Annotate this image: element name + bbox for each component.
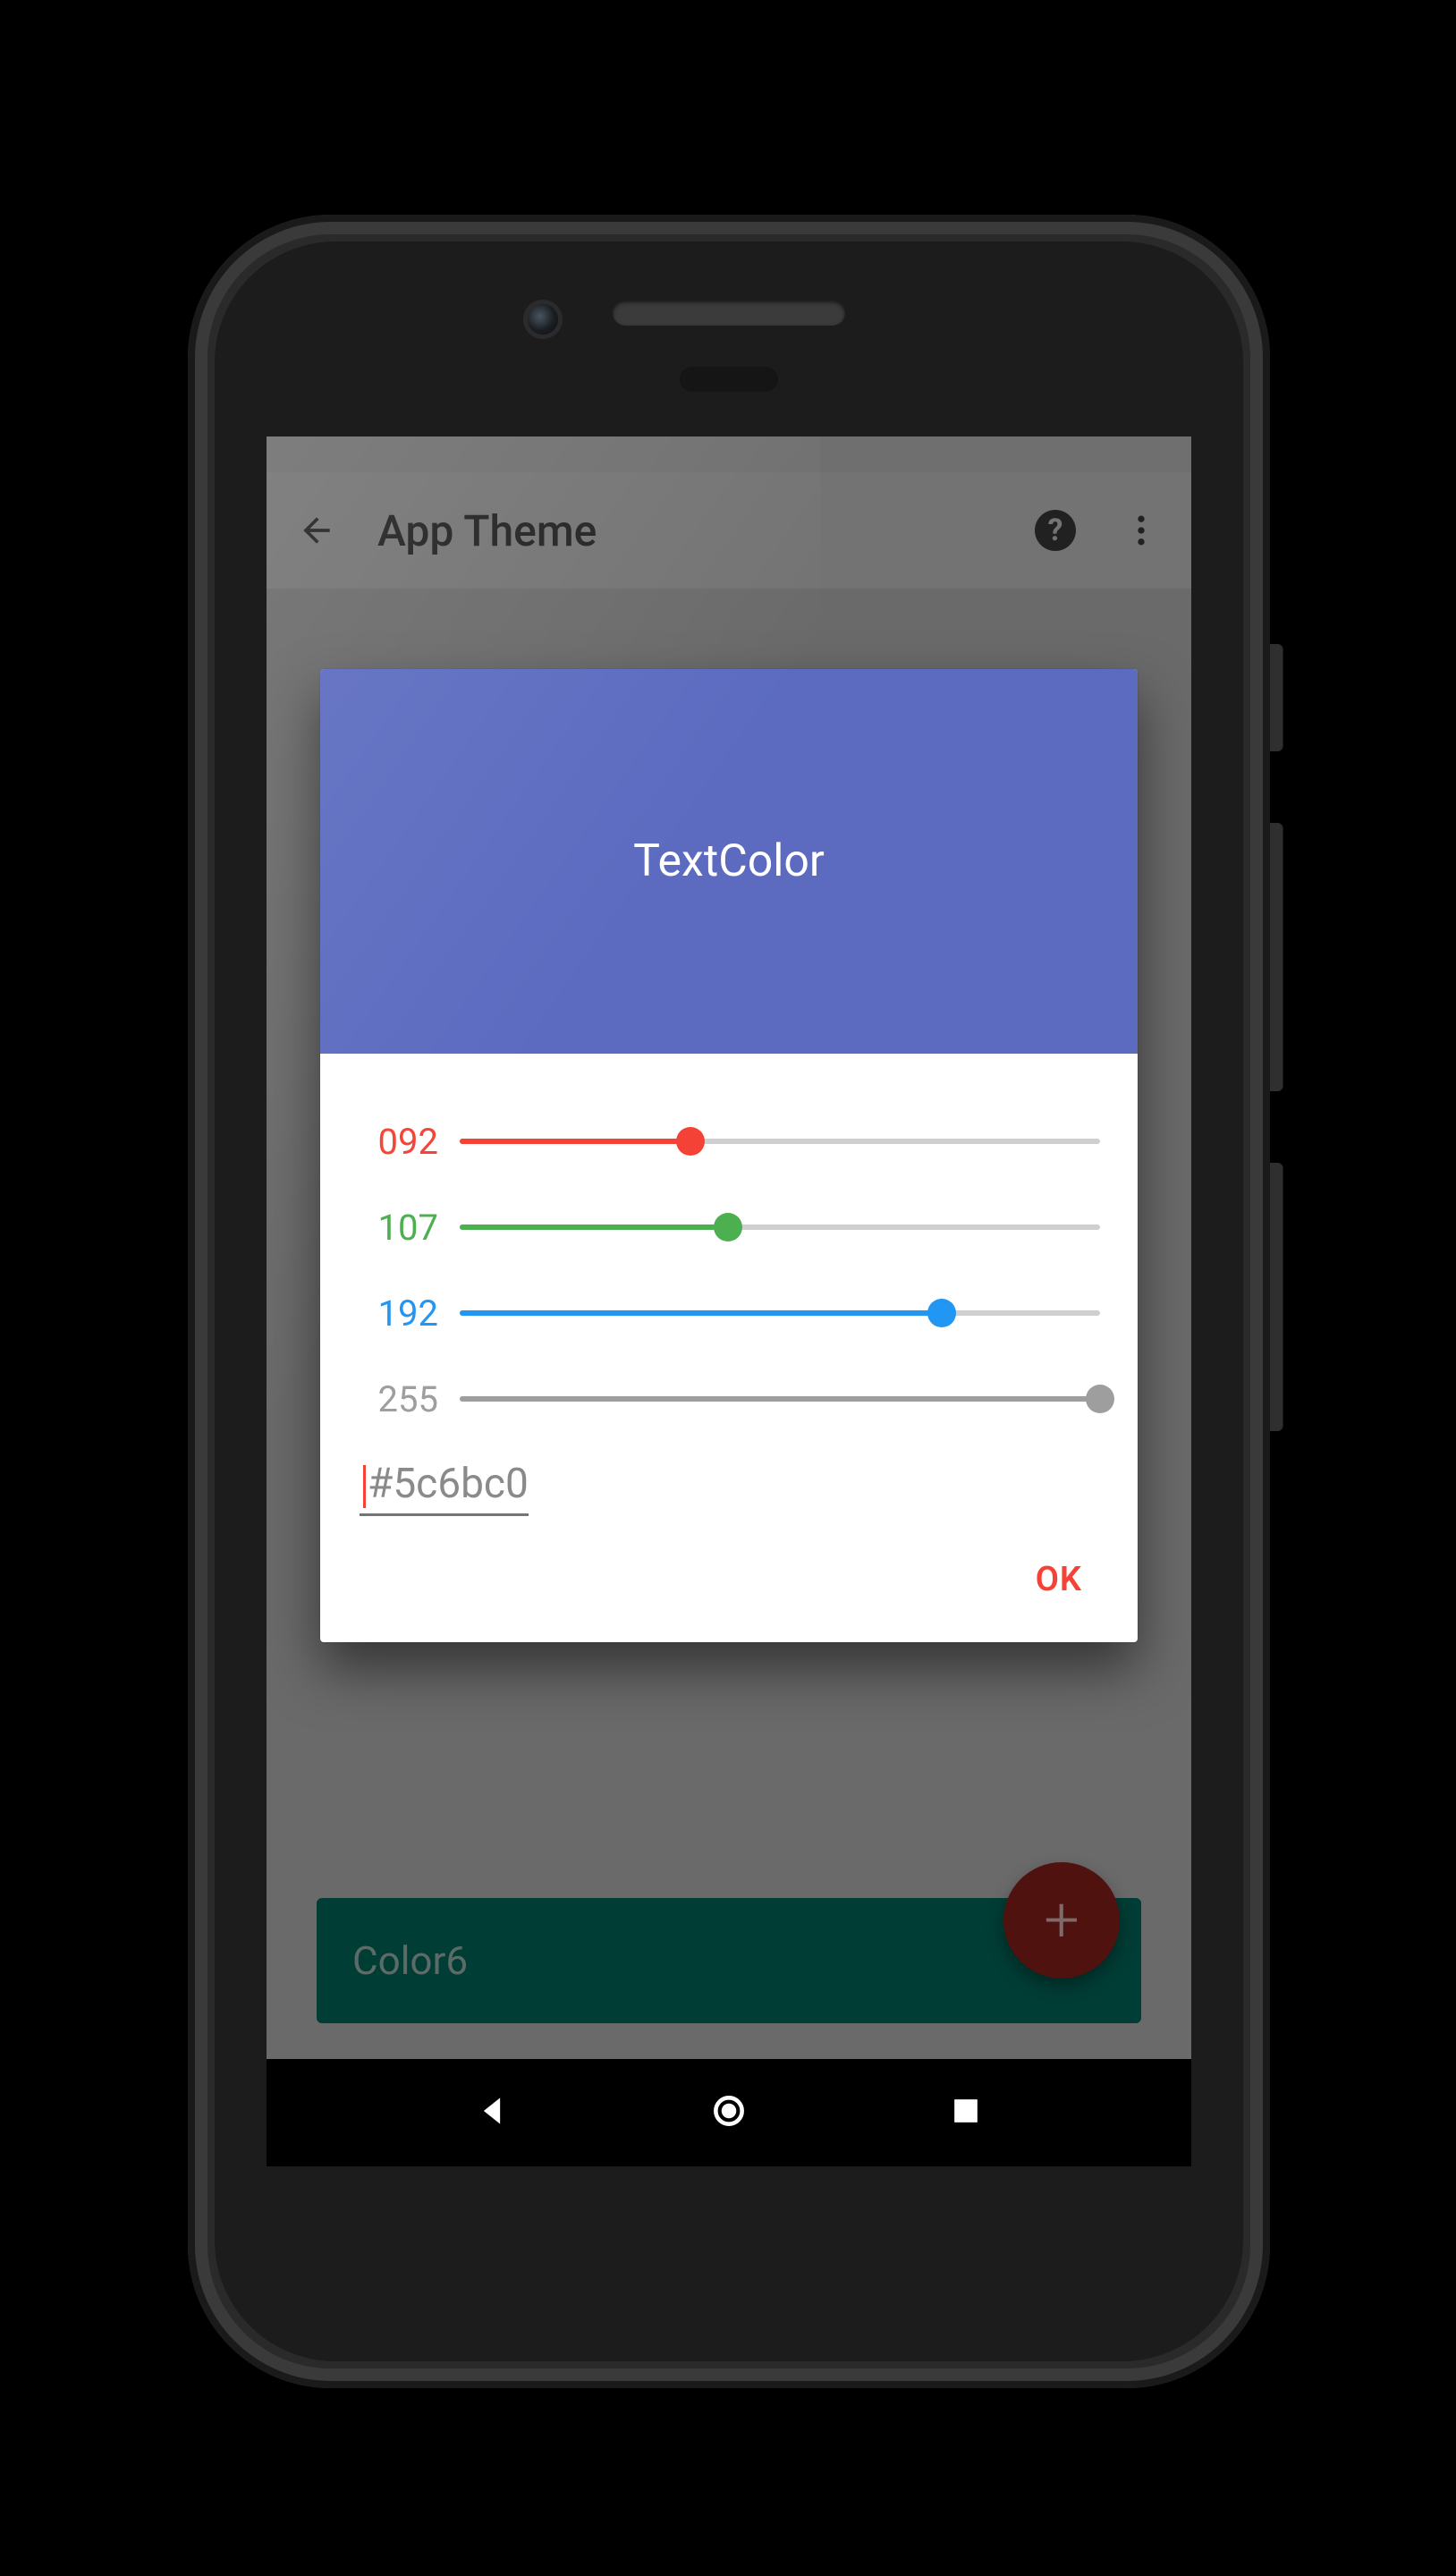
- nav-back[interactable]: [472, 2091, 512, 2134]
- volume-down-button: [1270, 1163, 1282, 1431]
- dialog-title: TextColor: [633, 835, 825, 887]
- slider-alpha[interactable]: 255: [358, 1356, 1100, 1442]
- hex-value: #5c6bc0: [368, 1460, 529, 1508]
- volume-up-button: [1270, 823, 1282, 1091]
- screen: App Theme ? Color6 +: [267, 436, 1191, 2166]
- arrow-back-icon: [297, 511, 336, 550]
- slider-blue[interactable]: 192: [358, 1270, 1100, 1356]
- hex-input[interactable]: #5c6bc0: [360, 1456, 529, 1516]
- slider-green-fill: [460, 1224, 728, 1230]
- slider-green-track[interactable]: [460, 1224, 1100, 1230]
- back-button[interactable]: [292, 505, 342, 555]
- slider-red-thumb[interactable]: [676, 1127, 705, 1156]
- overflow-menu-button[interactable]: [1116, 505, 1166, 555]
- color-picker-dialog: TextColor 092 107: [320, 669, 1138, 1642]
- status-bar: [267, 436, 1191, 472]
- circle-home-icon: [709, 2091, 749, 2131]
- slider-green-thumb[interactable]: [714, 1213, 742, 1241]
- speaker-grille: [613, 301, 845, 326]
- camera-dot: [528, 304, 558, 335]
- hex-field-row: #5c6bc0: [358, 1460, 1100, 1515]
- slider-alpha-fill: [460, 1396, 1100, 1402]
- slider-green-value: 107: [358, 1207, 438, 1249]
- slider-blue-value: 192: [358, 1292, 438, 1335]
- plus-icon: +: [1044, 1884, 1079, 1957]
- slider-alpha-thumb[interactable]: [1086, 1385, 1114, 1413]
- nav-home[interactable]: [709, 2091, 749, 2134]
- proximity-sensor: [680, 367, 778, 392]
- slider-alpha-track[interactable]: [460, 1396, 1100, 1402]
- nav-recents[interactable]: [946, 2091, 986, 2134]
- help-icon: ?: [1035, 510, 1076, 551]
- slider-red-track[interactable]: [460, 1139, 1100, 1144]
- text-cursor: [363, 1465, 366, 1508]
- device-frame: App Theme ? Color6 +: [188, 215, 1270, 2388]
- dialog-actions: OK: [320, 1524, 1138, 1642]
- system-nav-bar: [267, 2059, 1191, 2166]
- color-card-label: Color6: [352, 1937, 468, 1984]
- square-recents-icon: [946, 2091, 986, 2131]
- slider-blue-track[interactable]: [460, 1310, 1100, 1316]
- slider-alpha-value: 255: [358, 1378, 438, 1420]
- slider-green[interactable]: 107: [358, 1184, 1100, 1270]
- triangle-back-icon: [472, 2091, 512, 2131]
- page-title: App Theme: [377, 505, 995, 556]
- slider-red-fill: [460, 1139, 690, 1144]
- ok-button[interactable]: OK: [1016, 1547, 1102, 1612]
- slider-red-value: 092: [358, 1121, 438, 1163]
- slider-blue-fill: [460, 1310, 942, 1316]
- more-vert-icon: [1122, 511, 1161, 550]
- app-content: App Theme ? Color6 +: [267, 472, 1191, 2059]
- fab-add[interactable]: +: [1003, 1862, 1120, 1979]
- toolbar: App Theme ?: [267, 472, 1191, 589]
- help-button[interactable]: ?: [1030, 505, 1080, 555]
- slider-red[interactable]: 092: [358, 1098, 1100, 1184]
- slider-blue-thumb[interactable]: [927, 1299, 956, 1327]
- power-button: [1270, 644, 1282, 751]
- dialog-header: TextColor: [320, 669, 1138, 1054]
